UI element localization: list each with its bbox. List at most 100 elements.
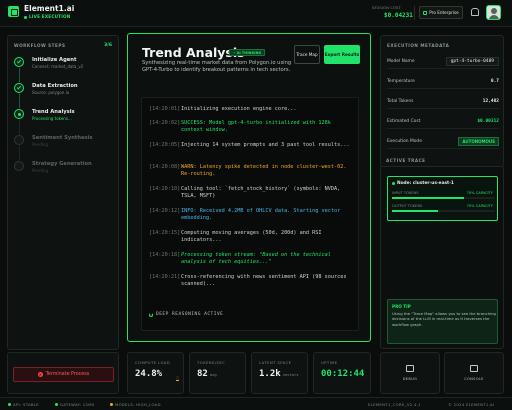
stat-value-wrap: 1.2k vectors [259, 369, 299, 379]
stat-label: LATENT SPACE [259, 360, 292, 365]
metadata-row: Execution Mode AUTONOMOUS [387, 135, 499, 149]
tool-label: CONSOLE [464, 377, 484, 381]
trace-node-card[interactable]: Node: cluster-us-east-1 INPUT TOKENS 70%… [387, 176, 498, 221]
trend-analysis-panel: Trend Analysis ⚡ AI THINKING Synthesizin… [127, 33, 371, 342]
bell-icon[interactable] [469, 7, 479, 17]
top-bar: Element1.ai LIVE EXECUTION SESSION COST … [0, 0, 512, 27]
console-icon [470, 365, 478, 372]
stop-icon: × [37, 372, 43, 377]
step-subtitle: Pending [32, 168, 48, 173]
execution-mode-badge: AUTONOMOUS [458, 137, 499, 146]
step-title: Initialize Agent [32, 57, 77, 63]
api-status: API: STABLE [8, 402, 39, 407]
divider [414, 6, 415, 20]
log-message: SUCCESS: Model gpt-4-turbo initialized w… [181, 120, 331, 134]
metadata-value: $0.00312 [477, 119, 499, 124]
metadata-key: Model Name [387, 59, 415, 64]
check-icon [14, 83, 24, 93]
stat-uptime: UPTIME 00:12:44 [313, 352, 371, 394]
gateway-status: GATEWAY: 12MS [55, 402, 95, 407]
metadata-key: Total Tokens [387, 99, 414, 104]
stat-label: TOKENS/SEC [197, 360, 226, 365]
step-strategy-generation[interactable]: Strategy Generation Pending [14, 158, 118, 184]
plan-button-label: Pro Enterprise [429, 10, 459, 15]
app-title: Element1.ai [24, 4, 75, 13]
input-capacity: 70% CAPACITY [466, 191, 493, 195]
pro-tip-title: PRO TIP [392, 304, 411, 309]
input-tokens-fill [392, 197, 465, 199]
step-title: Sentiment Synthesis [32, 135, 93, 141]
metadata-value: 0.7 [490, 79, 499, 84]
pending-circle-icon [14, 161, 24, 171]
step-trend-analysis[interactable]: Trend Analysis Processing tokens... [14, 106, 118, 134]
status-dot-icon [55, 403, 58, 406]
metadata-row: Temperature 0.7 [387, 75, 499, 89]
stat-value: 00:12:44 [321, 369, 365, 379]
log-message: Initializing execution engine core... [181, 106, 297, 112]
metadata-title: EXECUTION METADATA [387, 43, 450, 48]
compute-load-fill [176, 379, 179, 381]
input-tokens-label: INPUT TOKENS [392, 191, 419, 195]
log-timestamp: [14:20:12] [149, 208, 181, 214]
step-title: Strategy Generation [32, 161, 92, 167]
input-tokens-bar [392, 197, 495, 199]
step-subtitle: Pending [32, 142, 48, 147]
shield-icon [423, 10, 428, 15]
terminate-process-button[interactable]: × Terminate Process [13, 367, 114, 382]
deep-reasoning-label: DEEP REASONING ACTIVE [156, 312, 224, 317]
terminate-panel: × Terminate Process [7, 352, 119, 394]
version-label: ELEMENT1_CORE_V2.4.1 [368, 402, 421, 407]
metadata-key: Execution Mode [387, 139, 422, 144]
avatar[interactable] [486, 5, 501, 20]
metadata-row: Model Name gpt-4-turbo-0409 [387, 55, 499, 69]
page-description: Synthesizing real-time market data from … [142, 60, 292, 73]
stat-tokens-sec: TOKENS/SEC 82 avg [189, 352, 246, 394]
log-timestamp: [14:20:08] [149, 164, 181, 170]
status-footer: API: STABLE GATEWAY: 12MS MODELS: HIGH_L… [0, 397, 512, 410]
log-timestamp: [14:20:18] [149, 252, 181, 258]
log-message: Processing token stream: "Based on the t… [181, 252, 331, 266]
output-tokens-fill [392, 210, 439, 212]
log-message: INFO: Received 4.2MB of OHLCV data. Star… [181, 208, 341, 222]
metadata-row: Estimated Cost $0.00312 [387, 115, 499, 129]
metadata-key: Temperature [387, 79, 415, 84]
step-sentiment-synthesis[interactable]: Sentiment Synthesis Pending [14, 132, 118, 160]
step-subtitle: Processing tokens... [32, 116, 72, 121]
step-subtitle: Source: polygon.io [32, 90, 70, 95]
step-subtitle: Connect: market_data_v2 [32, 64, 84, 69]
gateway-status-label: GATEWAY: 12MS [60, 402, 95, 407]
step-title: Data Extraction [32, 83, 78, 89]
active-trace-panel: Node: cluster-us-east-1 INPUT TOKENS 70%… [380, 166, 504, 349]
step-title: Trend Analysis [32, 109, 75, 115]
live-dot-icon [24, 15, 27, 19]
step-data-extraction[interactable]: Data Extraction Source: polygon.io [14, 80, 118, 108]
plan-button[interactable]: Pro Enterprise [419, 6, 463, 19]
stat-unit: vectors [282, 372, 299, 377]
metadata-value: gpt-4-turbo-0409 [445, 57, 499, 66]
session-cost-value: $0.04231 [384, 12, 413, 19]
pro-tip-text: Using the "Trace Map" allows you to see … [392, 311, 496, 327]
log-message: Cross-referencing with news sentiment AP… [181, 274, 347, 288]
live-status-label: LIVE EXECUTION [29, 14, 71, 19]
console-button[interactable]: CONSOLE [444, 352, 504, 394]
debug-icon [406, 365, 414, 372]
copyright-label: © 2024 ELEMENT1.AI [448, 402, 495, 407]
output-tokens-label: OUTPUT TOKENS [392, 204, 423, 208]
stat-value: 24.8% [135, 369, 163, 379]
trace-map-button[interactable]: Trace Map [294, 45, 320, 64]
stat-label: UPTIME [321, 360, 338, 365]
stat-value: 82 [197, 369, 208, 379]
log-timestamp: [14:20:02] [149, 120, 181, 126]
execution-console[interactable]: [14:20:01] Initializing execution engine … [141, 97, 359, 331]
compute-load-bar [176, 376, 179, 381]
node-dot-icon [392, 182, 395, 185]
output-capacity: 70% CAPACITY [466, 204, 493, 208]
step-initialize-agent[interactable]: Initialize Agent Connect: market_data_v2 [14, 54, 118, 82]
step-progress: 3/6 [104, 43, 112, 48]
log-message: WARN: Latency spike detected in node clu… [181, 164, 347, 178]
export-results-button[interactable]: Export Results [324, 45, 360, 64]
tool-label: DEBUG [402, 377, 418, 381]
live-status: LIVE EXECUTION [24, 14, 71, 19]
debug-button[interactable]: DEBUG [380, 352, 440, 394]
log-timestamp: [14:20:05] [149, 142, 181, 148]
